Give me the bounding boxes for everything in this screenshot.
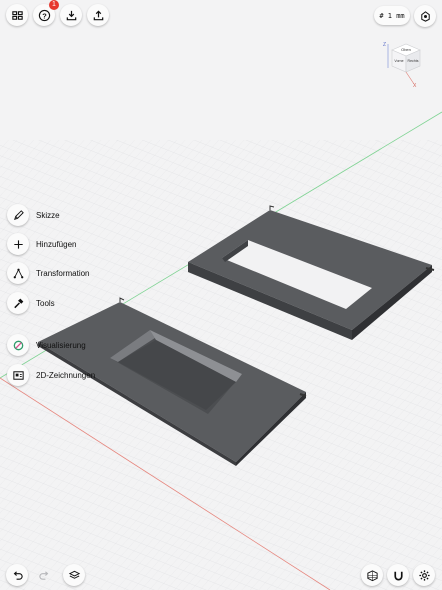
- unit-label: # 1 mm: [379, 11, 405, 20]
- visualization-icon: [13, 340, 23, 350]
- tool-label: 2D-Zeichnungen: [36, 370, 96, 380]
- sketch-button[interactable]: [7, 204, 29, 226]
- cube-front-label: Vorne: [394, 59, 403, 63]
- hammer-icon: [13, 298, 23, 308]
- tool-add[interactable]: Hinzufügen: [7, 233, 76, 255]
- axis-x-label: X: [413, 83, 417, 88]
- plus-icon: [13, 239, 23, 249]
- download-button[interactable]: [60, 4, 82, 26]
- display-mode-icon: [366, 569, 378, 581]
- undo-icon: [13, 570, 23, 580]
- cube-top-label: Oben: [401, 47, 411, 52]
- add-button[interactable]: [7, 233, 29, 255]
- view-cube[interactable]: Oben Vorne Rechts Z X: [380, 38, 426, 89]
- tool-2d-drawings[interactable]: 2D-Zeichnungen: [7, 364, 95, 386]
- tool-label: Transformation: [36, 268, 90, 278]
- tool-tools[interactable]: Tools: [7, 292, 55, 314]
- tools-button[interactable]: [7, 292, 29, 314]
- tool-label: Visualisierung: [36, 340, 86, 350]
- undo-button[interactable]: [6, 564, 28, 586]
- tool-transform[interactable]: Transformation: [7, 262, 90, 284]
- settings-view-button[interactable]: [414, 5, 436, 27]
- question-icon: ?: [38, 9, 50, 21]
- help-button[interactable]: ? 1: [33, 0, 59, 26]
- settings-button[interactable]: [413, 564, 435, 586]
- share-button[interactable]: [87, 4, 109, 26]
- notification-badge: 1: [49, 0, 59, 10]
- drawings-button[interactable]: [7, 364, 29, 386]
- grid-icon: [11, 10, 23, 20]
- drawing-icon: [12, 370, 24, 380]
- unit-selector[interactable]: # 1 mm: [374, 6, 410, 25]
- gear-icon: [418, 569, 430, 581]
- transform-button[interactable]: [7, 262, 29, 284]
- view-settings-icon: [420, 10, 430, 22]
- svg-text:?: ?: [42, 11, 47, 20]
- cube-right-label: Rechts: [408, 59, 419, 63]
- magnet-icon: [393, 571, 403, 580]
- pencil-icon: [13, 209, 24, 220]
- 3d-viewport[interactable]: [0, 0, 442, 590]
- tool-label: Skizze: [36, 210, 60, 220]
- download-icon: [66, 10, 76, 20]
- snap-button[interactable]: [387, 564, 409, 586]
- display-mode-button[interactable]: [361, 564, 383, 586]
- visualization-button[interactable]: [7, 334, 29, 356]
- transform-icon: [13, 268, 23, 278]
- tool-label: Tools: [36, 298, 55, 308]
- grid-menu-button[interactable]: [6, 4, 28, 26]
- tool-label: Hinzufügen: [36, 239, 77, 249]
- redo-icon: [38, 570, 48, 580]
- tool-sketch[interactable]: Skizze: [7, 204, 60, 226]
- upload-icon: [93, 9, 103, 20]
- tool-visualization[interactable]: Visualisierung: [7, 334, 86, 356]
- layers-button[interactable]: [63, 564, 85, 586]
- axis-z-label: Z: [383, 42, 386, 48]
- redo-button[interactable]: [33, 564, 55, 586]
- layers-icon: [68, 570, 80, 579]
